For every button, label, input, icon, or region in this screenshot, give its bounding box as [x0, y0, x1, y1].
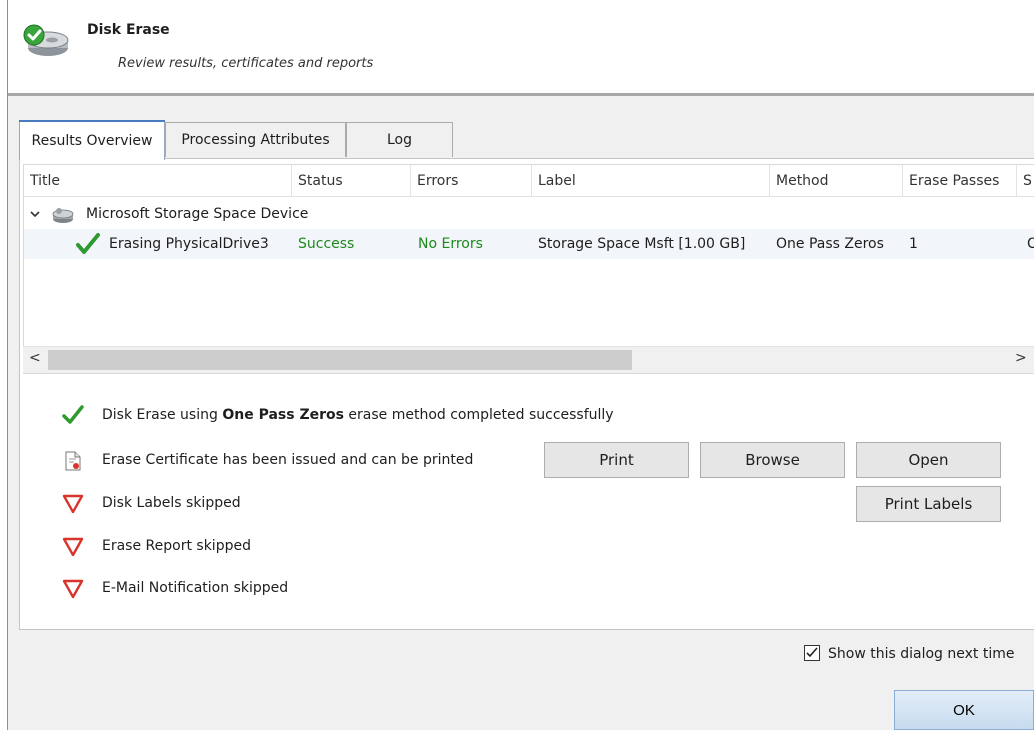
tab-label: Results Overview: [31, 132, 153, 149]
result-email-notification-skipped: E-Mail Notification skipped: [102, 580, 289, 596]
result-text: Disk Erase using: [102, 407, 223, 423]
column-header-label-text: Label: [538, 172, 576, 189]
print-button[interactable]: Print: [544, 442, 689, 478]
column-header-status[interactable]: Status: [292, 165, 411, 197]
show-dialog-checkbox[interactable]: [804, 645, 820, 661]
column-header-label: S: [1023, 172, 1032, 189]
print-labels-button[interactable]: Print Labels: [856, 486, 1001, 522]
tab-processing-attributes[interactable]: Processing Attributes: [165, 122, 346, 157]
result-text: erase method completed successfully: [343, 407, 614, 423]
result-erase-completed: Disk Erase using One Pass Zeros erase me…: [102, 407, 614, 423]
cell-method: One Pass Zeros: [776, 236, 884, 252]
scroll-left-arrow[interactable]: <: [29, 350, 41, 366]
tab-label: Log: [386, 132, 412, 148]
column-header-label: Errors: [417, 172, 459, 189]
column-header-method[interactable]: Method: [770, 165, 903, 197]
column-header-label: Title: [30, 172, 61, 189]
warning-triangle-icon: [62, 494, 84, 514]
cell-status: Success: [298, 236, 355, 252]
tab-label: Processing Attributes: [181, 132, 330, 148]
scrollbar-thumb[interactable]: [48, 350, 632, 370]
cell-title: Erasing PhysicalDrive3: [109, 236, 269, 252]
checkmark-icon: [62, 404, 84, 424]
disk-erase-icon: [20, 22, 70, 62]
result-disk-labels-skipped: Disk Labels skipped: [102, 495, 241, 511]
cell-errors: No Errors: [418, 236, 483, 252]
ok-button[interactable]: OK: [894, 690, 1034, 730]
cell-truncated: C: [1027, 229, 1034, 259]
column-header-title[interactable]: Title: [24, 165, 292, 197]
result-certificate-issued: Erase Certificate has been issued and ca…: [102, 452, 474, 468]
cell-label: Storage Space Msft [1.00 GB]: [538, 236, 746, 252]
warning-triangle-icon: [62, 537, 84, 557]
scroll-right-arrow[interactable]: >: [1015, 350, 1027, 366]
table-row[interactable]: Erasing PhysicalDrive3 Success No Errors…: [24, 229, 1034, 259]
device-title: Microsoft Storage Space Device: [86, 206, 309, 222]
checkmark-icon: [76, 233, 100, 259]
tab-log[interactable]: Log: [346, 122, 453, 157]
chevron-down-icon[interactable]: [29, 204, 41, 227]
column-header-truncated[interactable]: S: [1017, 165, 1034, 197]
result-erase-report-skipped: Erase Report skipped: [102, 538, 251, 554]
results-list[interactable]: Title Status Errors Label Method Erase P…: [23, 164, 1034, 374]
warning-triangle-icon: [62, 579, 84, 599]
open-button[interactable]: Open: [856, 442, 1001, 478]
certificate-icon: [64, 451, 84, 471]
dialog-subtitle: Review results, certificates and reports: [118, 56, 374, 71]
column-header-errors[interactable]: Errors: [411, 165, 532, 197]
dialog-title: Disk Erase: [87, 22, 170, 38]
column-header-erase-passes[interactable]: Erase Passes: [903, 165, 1017, 197]
storage-device-icon: [51, 205, 75, 229]
column-header-label: Status: [298, 172, 343, 189]
tree-row-device[interactable]: Microsoft Storage Space Device: [24, 201, 1034, 229]
column-header-label: Method: [776, 172, 829, 189]
erase-method-name: One Pass Zeros: [222, 407, 344, 423]
tab-results-overview[interactable]: Results Overview: [19, 120, 165, 160]
column-header-label: Erase Passes: [909, 172, 1000, 189]
dialog-header: [8, 0, 1034, 93]
checkbox-check-icon: [806, 647, 818, 658]
show-dialog-label[interactable]: Show this dialog next time: [828, 646, 1014, 662]
column-header-label[interactable]: Label: [532, 165, 770, 197]
cell-erase-passes: 1: [909, 236, 918, 252]
browse-button[interactable]: Browse: [700, 442, 845, 478]
